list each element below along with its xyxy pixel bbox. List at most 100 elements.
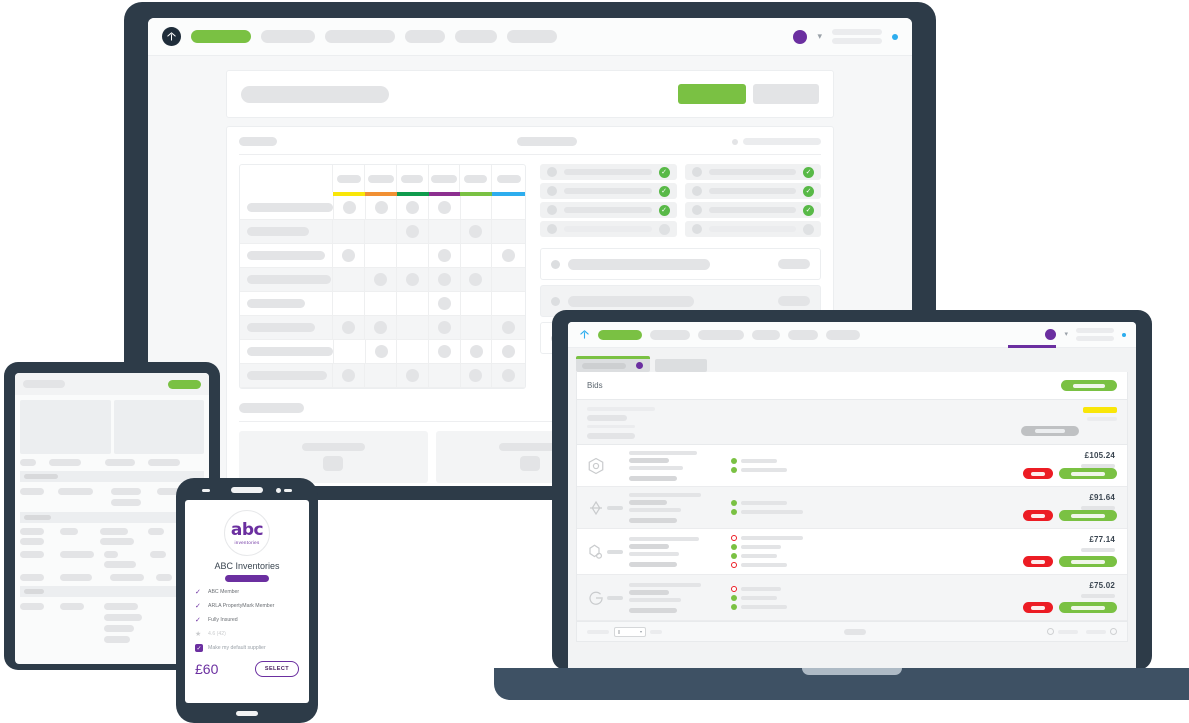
grid-cell[interactable] (460, 364, 493, 388)
avatar[interactable] (793, 29, 808, 44)
notification-dot[interactable] (892, 33, 898, 40)
grid-cell[interactable] (396, 292, 429, 316)
nav-item-active[interactable] (191, 30, 251, 43)
chevron-down-icon[interactable]: ▾ (817, 32, 822, 41)
grid-cell[interactable] (334, 196, 366, 220)
grid-cell[interactable] (333, 316, 366, 340)
grid-cell[interactable] (365, 268, 397, 292)
grid-cell[interactable] (396, 364, 429, 388)
grid-cell[interactable] (460, 268, 493, 292)
reject-button[interactable] (1023, 602, 1053, 613)
grid-cell[interactable] (460, 292, 493, 316)
grid-cell[interactable] (365, 292, 397, 316)
summary-action-button[interactable] (1021, 426, 1079, 436)
table-row[interactable] (240, 340, 525, 364)
grid-cell[interactable] (492, 316, 525, 340)
grid-cell[interactable] (460, 196, 493, 220)
avatar[interactable] (1045, 329, 1057, 340)
reject-button[interactable] (1023, 510, 1053, 521)
grid-cell[interactable] (396, 316, 429, 340)
tile-card[interactable] (239, 431, 428, 483)
primary-action-button[interactable] (678, 84, 746, 104)
nav-item-2[interactable] (261, 30, 315, 43)
list-item[interactable]: ✓ (540, 164, 677, 180)
nav-item-5[interactable] (455, 30, 497, 43)
per-page-select[interactable]: ▾ (614, 626, 646, 637)
accept-button[interactable] (1059, 468, 1117, 479)
nav-item-6[interactable] (507, 30, 557, 43)
new-bid-button[interactable] (1061, 380, 1117, 391)
grid-cell[interactable] (397, 340, 430, 364)
nav-item-4[interactable] (752, 329, 780, 340)
grid-cell[interactable] (365, 316, 397, 340)
reject-button[interactable] (1023, 556, 1053, 567)
bid-row[interactable]: £105.24 (577, 445, 1127, 487)
list-item[interactable] (684, 221, 821, 237)
table-row[interactable] (240, 220, 525, 244)
grid-cell[interactable] (365, 196, 398, 220)
grid-cell[interactable] (365, 244, 397, 268)
chevron-down-icon[interactable]: ▾ (1064, 331, 1068, 338)
nav-item-3[interactable] (698, 329, 744, 340)
grid-cell[interactable] (365, 340, 398, 364)
nav-item-4[interactable] (405, 30, 445, 43)
nav-item-3[interactable] (325, 30, 395, 43)
bid-row[interactable]: £91.64 (577, 487, 1127, 529)
tab-secondary[interactable] (655, 359, 707, 372)
grid-cell[interactable] (333, 244, 366, 268)
prev-page-button[interactable] (1047, 628, 1054, 635)
grid-cell[interactable] (333, 292, 366, 316)
grid-cell[interactable] (492, 364, 525, 388)
list-item[interactable]: ✓ (684, 202, 821, 218)
grid-cell[interactable] (334, 340, 366, 364)
grid-cell[interactable] (333, 364, 366, 388)
table-row[interactable] (240, 196, 525, 220)
notification-dot[interactable] (1122, 332, 1126, 337)
grid-cell[interactable] (460, 340, 493, 364)
grid-cell[interactable] (492, 220, 525, 244)
grid-cell[interactable] (428, 220, 461, 244)
grid-cell[interactable] (428, 244, 461, 268)
nav-item-active[interactable] (598, 329, 642, 340)
default-supplier-row[interactable]: ✓ Make my default supplier (195, 644, 299, 652)
accordion-row[interactable] (540, 248, 821, 280)
grid-cell[interactable] (492, 292, 525, 316)
grid-cell[interactable] (396, 268, 429, 292)
grid-cell[interactable] (429, 196, 461, 220)
accept-button[interactable] (1059, 602, 1117, 613)
accept-button[interactable] (1059, 556, 1117, 567)
grid-cell[interactable] (428, 316, 461, 340)
select-button[interactable]: SELECT (254, 661, 299, 677)
grid-cell[interactable] (333, 220, 366, 244)
list-item[interactable] (540, 221, 677, 237)
grid-cell[interactable] (333, 268, 366, 292)
grid-cell[interactable] (428, 364, 461, 388)
accept-button[interactable] (1059, 510, 1117, 521)
reject-button[interactable] (1023, 468, 1053, 479)
grid-cell[interactable] (365, 364, 397, 388)
bid-row[interactable]: £77.14 (577, 529, 1127, 575)
table-row[interactable] (240, 268, 525, 292)
home-icon[interactable] (578, 329, 590, 341)
grid-cell[interactable] (397, 196, 430, 220)
tab-active[interactable] (576, 356, 650, 372)
grid-cell[interactable] (396, 220, 429, 244)
table-row[interactable] (240, 316, 525, 340)
list-item[interactable]: ✓ (684, 164, 821, 180)
grid-cell[interactable] (460, 220, 493, 244)
table-row[interactable] (240, 364, 525, 388)
nav-item-2[interactable] (650, 329, 690, 340)
list-item[interactable]: ✓ (684, 183, 821, 199)
nav-item-5[interactable] (788, 329, 818, 340)
grid-cell[interactable] (429, 340, 461, 364)
grid-cell[interactable] (492, 268, 525, 292)
grid-cell[interactable] (460, 316, 493, 340)
table-row[interactable] (240, 292, 525, 316)
bid-row[interactable]: £75.02 (577, 575, 1127, 621)
grid-cell[interactable] (492, 244, 525, 268)
grid-cell[interactable] (396, 244, 429, 268)
checkbox-checked-icon[interactable]: ✓ (195, 644, 203, 652)
grid-cell[interactable] (428, 292, 461, 316)
tablet-header-button[interactable] (168, 379, 201, 389)
grid-cell[interactable] (492, 340, 525, 364)
